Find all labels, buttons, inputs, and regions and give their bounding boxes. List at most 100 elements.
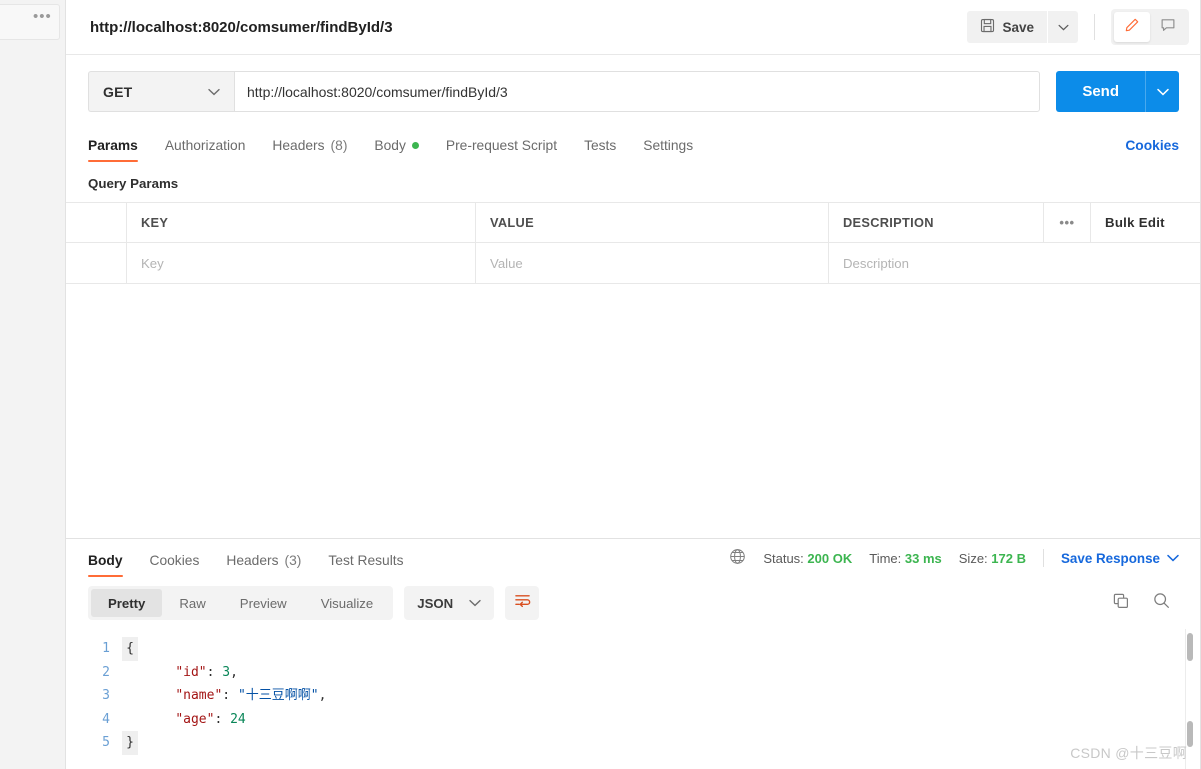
key-placeholder: Key <box>141 255 164 271</box>
send-button[interactable]: Send <box>1056 71 1145 112</box>
save-response-label: Save Response <box>1061 550 1160 566</box>
value-placeholder: Value <box>490 255 523 271</box>
save-options-button[interactable] <box>1048 11 1078 43</box>
header-divider <box>1094 14 1095 40</box>
tab-headers-label: Headers <box>272 138 325 153</box>
query-params-title: Query Params <box>88 176 179 191</box>
response-tab-cookies-label: Cookies <box>149 553 200 568</box>
table-header-row: KEY VALUE DESCRIPTION ••• Bulk Edit <box>66 203 1201 243</box>
response-meta: Status: 200 OK Time: 33 ms Size: 172 B S… <box>729 548 1179 577</box>
response-tab-headers-count: (3) <box>284 553 302 568</box>
key-input[interactable]: Key <box>127 243 476 283</box>
ellipsis-icon[interactable]: ••• <box>33 9 52 24</box>
request-empty-area <box>66 284 1201 538</box>
format-select[interactable]: JSON <box>404 586 495 620</box>
pencil-icon <box>1124 17 1140 38</box>
save-button[interactable]: Save <box>967 11 1047 43</box>
line-numbers: 12345 <box>102 641 110 750</box>
view-mode-pretty[interactable]: Pretty <box>91 589 163 617</box>
tab-params[interactable]: Params <box>88 138 138 162</box>
response-tabs: Body Cookies Headers (3) Test Results St… <box>66 539 1201 577</box>
code-fold-column[interactable]: { } <box>122 637 138 755</box>
viewer-actions <box>1112 591 1179 615</box>
column-header-description: DESCRIPTION <box>829 203 1044 242</box>
response-tab-test-results[interactable]: Test Results <box>328 553 403 577</box>
description-placeholder: Description <box>843 255 909 271</box>
format-label: JSON <box>417 595 454 611</box>
scrollbar-thumb-secondary[interactable] <box>1187 721 1193 747</box>
time-badge: Time: 33 ms <box>869 551 942 566</box>
postman-app: ••• http://localhost:8020/comsumer/findB… <box>0 0 1201 769</box>
time-value: 33 ms <box>904 550 942 566</box>
code-content: "id": 3, "name": "十三豆啊啊", "age": 24 <box>175 664 327 727</box>
size-label: Size: <box>958 550 988 566</box>
tab-body-label: Body <box>374 138 406 153</box>
tab-settings[interactable]: Settings <box>643 138 693 162</box>
response-pane: Body Cookies Headers (3) Test Results St… <box>66 538 1201 769</box>
left-sidebar: ••• <box>0 0 66 769</box>
params-options-button[interactable]: ••• <box>1044 203 1091 242</box>
query-params-table: KEY VALUE DESCRIPTION ••• Bulk Edit Key … <box>66 202 1201 284</box>
edit-mode-button[interactable] <box>1114 12 1150 42</box>
status-value: 200 OK <box>807 550 853 566</box>
main-column: http://localhost:8020/comsumer/findById/… <box>66 0 1201 769</box>
globe-icon <box>729 548 746 568</box>
view-mode-preview[interactable]: Preview <box>223 589 304 617</box>
search-button[interactable] <box>1152 591 1171 615</box>
response-tab-body[interactable]: Body <box>88 553 123 577</box>
row-checkbox-cell[interactable] <box>66 243 127 283</box>
copy-button[interactable] <box>1112 592 1130 615</box>
response-tab-test-results-label: Test Results <box>328 553 404 568</box>
send-options-button[interactable] <box>1145 71 1179 112</box>
view-mode-raw[interactable]: Raw <box>162 589 222 617</box>
save-button-label: Save <box>1002 19 1034 35</box>
size-badge: Size: 172 B <box>959 551 1026 566</box>
meta-divider <box>1043 549 1044 567</box>
tab-tests-label: Tests <box>584 138 617 153</box>
value-input[interactable]: Value <box>476 243 829 283</box>
status-badge: Status: 200 OK <box>763 551 852 566</box>
url-input[interactable] <box>234 71 1041 112</box>
word-wrap-icon <box>514 593 531 613</box>
tab-headers-count: (8) <box>330 138 348 153</box>
response-tab-headers[interactable]: Headers (3) <box>226 553 301 577</box>
cookies-link[interactable]: Cookies <box>1125 138 1179 162</box>
tab-body[interactable]: Body <box>374 138 419 162</box>
response-tab-headers-label: Headers <box>226 553 279 568</box>
chevron-down-icon <box>469 599 481 607</box>
page-title: http://localhost:8020/comsumer/findById/… <box>90 18 393 36</box>
copy-icon <box>1112 593 1130 614</box>
request-tabs: Params Authorization Headers (8) Body Pr… <box>66 126 1201 162</box>
tab-pre-request-script[interactable]: Pre-request Script <box>446 138 557 162</box>
ellipsis-horizontal-icon: ••• <box>1059 214 1075 230</box>
chevron-down-icon <box>1167 554 1179 562</box>
chevron-down-icon <box>208 88 220 95</box>
response-scrollbar[interactable] <box>1185 629 1193 769</box>
save-response-button[interactable]: Save Response <box>1061 551 1179 566</box>
response-tab-body-label: Body <box>88 553 123 568</box>
description-input[interactable]: Description <box>829 243 1201 283</box>
bulk-edit-button[interactable]: Bulk Edit <box>1091 203 1201 242</box>
column-header-key: KEY <box>127 203 476 242</box>
chevron-down-icon <box>1058 24 1068 30</box>
response-tab-cookies[interactable]: Cookies <box>150 553 200 577</box>
word-wrap-button[interactable] <box>505 586 540 620</box>
tab-authorization[interactable]: Authorization <box>165 138 246 162</box>
response-body-code[interactable]: 12345 { } "id": 3, "name": "十三豆啊啊", "age… <box>66 629 1201 769</box>
save-button-group: Save <box>967 11 1078 43</box>
code-block: 12345 { } "id": 3, "name": "十三豆啊啊", "age… <box>66 637 1201 755</box>
method-select[interactable]: GET <box>88 71 234 112</box>
view-mode-visualize[interactable]: Visualize <box>304 589 391 617</box>
table-row: Key Value Description <box>66 243 1201 283</box>
view-mode-toggle <box>1111 9 1189 45</box>
scrollbar-thumb[interactable] <box>1187 633 1193 661</box>
view-mode-segmented: Pretty Raw Preview Visualize <box>88 586 394 620</box>
comments-button[interactable] <box>1150 12 1186 42</box>
select-all-cell <box>66 203 127 242</box>
tab-params-label: Params <box>88 138 138 153</box>
size-value: 172 B <box>991 550 1026 566</box>
floppy-disk-icon <box>980 18 995 36</box>
tab-headers[interactable]: Headers (8) <box>272 138 347 162</box>
tab-tests[interactable]: Tests <box>584 138 616 162</box>
status-label: Status: <box>763 550 804 566</box>
